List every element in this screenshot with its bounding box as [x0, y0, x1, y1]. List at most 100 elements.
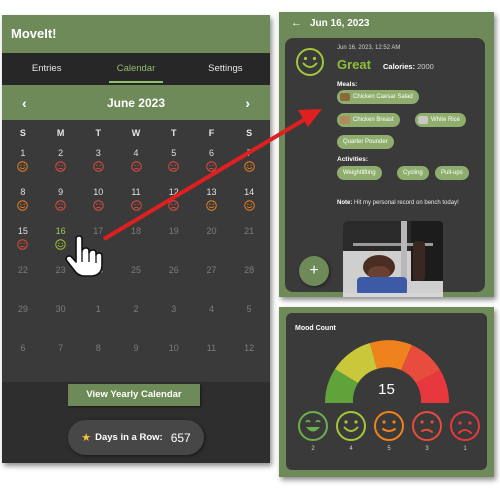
calories-value: 2000 — [417, 62, 434, 71]
meal-chip[interactable]: Chicken Caesar Salad — [337, 90, 419, 104]
view-yearly-calendar-button[interactable]: View Yearly Calendar — [68, 384, 200, 406]
day-number: 25 — [131, 265, 142, 275]
day-number: 2 — [58, 148, 64, 158]
activity-chip-label: Weightlifting — [343, 170, 376, 176]
calendar-day[interactable]: 25 — [117, 263, 155, 302]
calendar-day[interactable]: 30 — [42, 302, 80, 341]
food-thumbnail-icon — [418, 116, 428, 124]
calendar-day[interactable]: 8 — [4, 185, 42, 224]
great-mood-icon — [296, 48, 324, 76]
day-number: 9 — [58, 187, 64, 197]
calendar-grid: 1234567891011121314151617181920212223242… — [2, 146, 270, 380]
weekday-header: S M T W T F S — [2, 120, 270, 146]
meal-chip-label: Chicken Breast — [353, 117, 394, 123]
meal-chip[interactable]: Quarter Pounder — [337, 135, 394, 149]
workout-photo — [343, 221, 443, 297]
entry-header-date: Jun 16, 2023 — [310, 17, 370, 29]
tab-settings[interactable]: Settings — [181, 53, 270, 85]
calendar-day[interactable]: 5 — [155, 146, 193, 185]
calendar-day[interactable]: 11 — [193, 341, 231, 380]
calendar-day[interactable]: 6 — [193, 146, 231, 185]
calendar-day[interactable]: 12 — [155, 185, 193, 224]
mood-count-item: 4 — [334, 410, 368, 452]
streak-label: Days in a Row: — [95, 432, 163, 443]
chevron-right-icon[interactable]: › — [245, 95, 250, 111]
calendar-day[interactable]: 9 — [42, 185, 80, 224]
day-number: 2 — [133, 304, 139, 314]
calendar-day[interactable]: 22 — [4, 263, 42, 302]
meal-chip[interactable]: Chicken Breast — [337, 113, 400, 127]
calendar-day[interactable]: 14 — [230, 185, 268, 224]
day-number: 27 — [206, 265, 217, 275]
entry-header: ← Jun 16, 2023 — [279, 12, 494, 34]
calendar-day[interactable]: 7 — [230, 146, 268, 185]
calendar-day[interactable]: 3 — [79, 146, 117, 185]
calendar-day[interactable]: 21 — [230, 224, 268, 263]
day-number: 8 — [95, 343, 101, 353]
day-number: 5 — [246, 304, 252, 314]
calendar-day[interactable]: 10 — [79, 185, 117, 224]
neutral-face-icon — [17, 200, 29, 211]
calendar-day[interactable]: 4 — [117, 146, 155, 185]
day-number: 28 — [244, 265, 255, 275]
calendar-day[interactable]: 4 — [193, 302, 231, 341]
day-number: 20 — [206, 226, 217, 236]
arrow-left-icon[interactable]: ← — [291, 17, 302, 29]
day-number: 5 — [171, 148, 177, 158]
day-number: 3 — [171, 304, 177, 314]
calendar-day[interactable]: 2 — [117, 302, 155, 341]
calendar-day[interactable]: 2 — [42, 146, 80, 185]
calendar-day[interactable]: 5 — [230, 302, 268, 341]
calendar-day[interactable]: 9 — [117, 341, 155, 380]
meal-chip[interactable]: White Rice — [415, 113, 467, 127]
activity-chip[interactable]: Cycling — [397, 166, 429, 180]
calendar-day[interactable]: 28 — [230, 263, 268, 302]
weekday-label: T — [170, 128, 177, 138]
calendar-day[interactable]: 3 — [155, 302, 193, 341]
calendar-day[interactable]: 10 — [155, 341, 193, 380]
tab-calendar[interactable]: Calendar — [91, 53, 180, 85]
calendar-day[interactable]: 11 — [117, 185, 155, 224]
very-happy-face-icon — [298, 411, 328, 441]
day-number: 6 — [208, 148, 214, 158]
day-number: 7 — [246, 148, 252, 158]
calendar-day[interactable]: 19 — [155, 224, 193, 263]
day-number: 13 — [206, 187, 217, 197]
day-number: 7 — [58, 343, 64, 353]
activity-chip-label: Cycling — [403, 170, 423, 176]
add-entry-button[interactable]: + — [299, 256, 329, 286]
day-number: 19 — [168, 226, 179, 236]
activity-chip[interactable]: Pull-ups — [435, 166, 469, 180]
happy-face-icon — [336, 411, 366, 441]
day-number: 1 — [95, 304, 101, 314]
day-number: 4 — [208, 304, 214, 314]
mood-breakdown: 2 4 5 3 1 — [296, 410, 482, 452]
calendar-day[interactable]: 1 — [4, 146, 42, 185]
mood-count-title: Mood Count — [295, 325, 336, 332]
calendar-day[interactable]: 13 — [193, 185, 231, 224]
calendar-day[interactable]: 20 — [193, 224, 231, 263]
calendar-day[interactable]: 7 — [42, 341, 80, 380]
meal-chip-label: White Rice — [431, 117, 461, 123]
sad-face-icon — [412, 411, 442, 441]
chevron-left-icon[interactable]: ‹ — [22, 95, 27, 111]
calendar-day[interactable]: 18 — [117, 224, 155, 263]
calendar-day[interactable]: 26 — [155, 263, 193, 302]
day-number: 22 — [17, 265, 28, 275]
day-number: 1 — [20, 148, 26, 158]
mood-count-value: 2 — [311, 446, 315, 452]
calendar-day[interactable]: 15 — [4, 224, 42, 263]
month-title: June 2023 — [106, 95, 166, 110]
calendar-day[interactable]: 6 — [4, 341, 42, 380]
sad-face-icon — [55, 200, 66, 211]
calendar-day[interactable]: 29 — [4, 302, 42, 341]
calendar-day[interactable]: 1 — [79, 302, 117, 341]
calendar-day[interactable]: 12 — [230, 341, 268, 380]
activity-chip[interactable]: Weightlifting — [337, 166, 382, 180]
tab-entries[interactable]: Entries — [2, 53, 91, 85]
calendar-week: 1 2 3 4 5 6 7 — [4, 146, 268, 185]
mood-count-item: 5 — [372, 410, 406, 452]
calendar-week: 15 16 17 18 19 20 21 — [4, 224, 268, 263]
calendar-day[interactable]: 27 — [193, 263, 231, 302]
calendar-day[interactable]: 8 — [79, 341, 117, 380]
